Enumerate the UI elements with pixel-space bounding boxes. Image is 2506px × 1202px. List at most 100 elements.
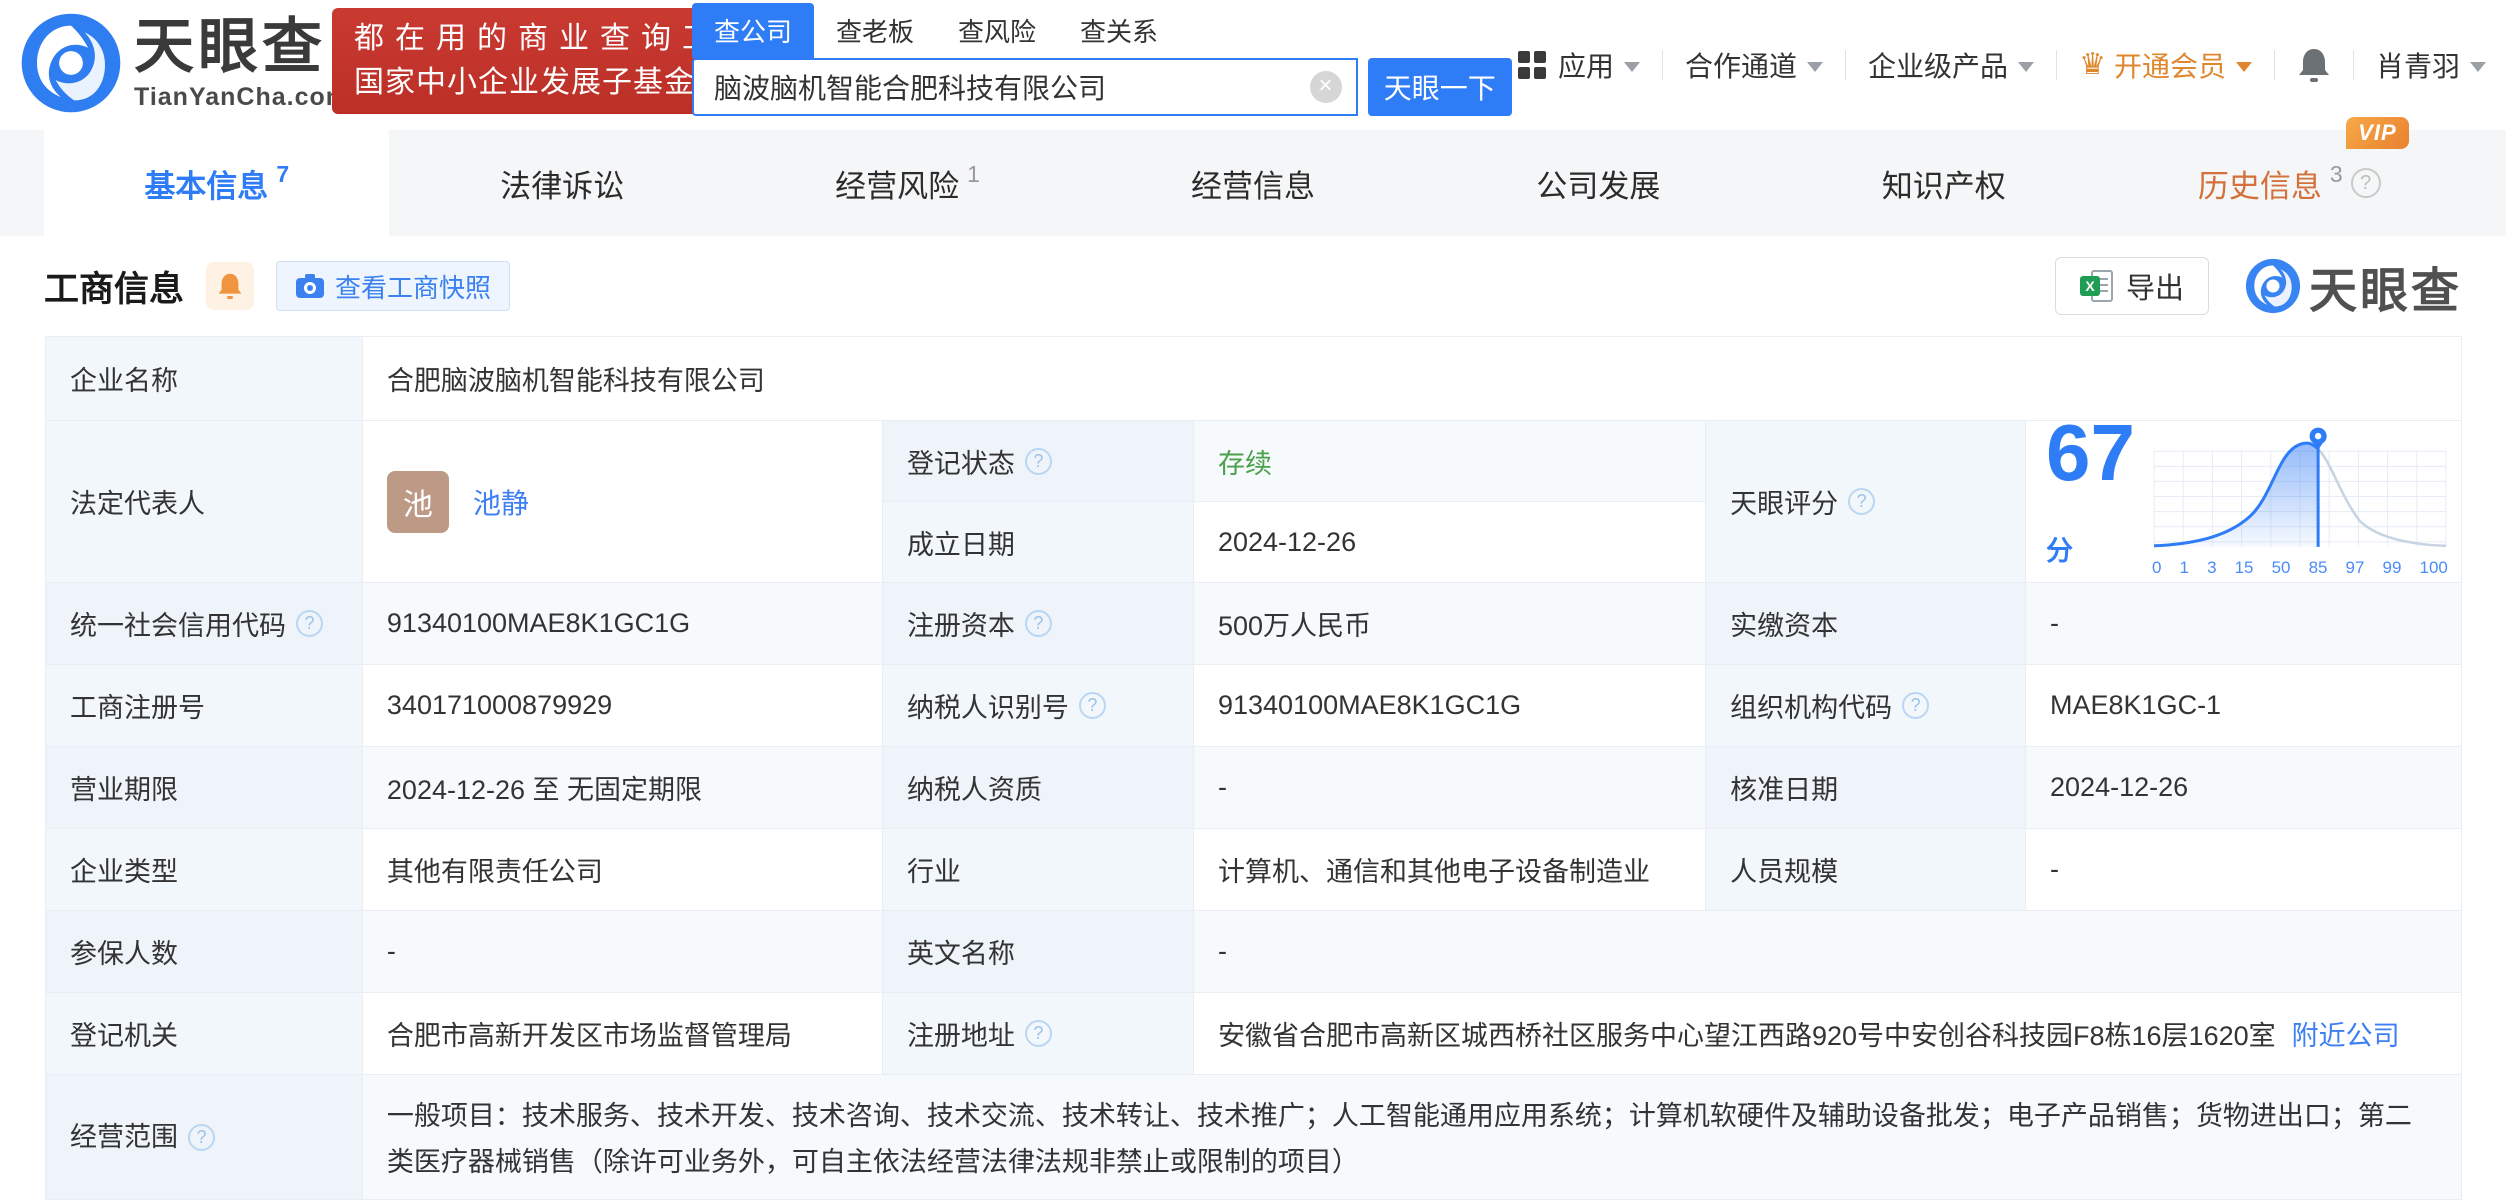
tab-operating-info[interactable]: 经营信息	[1080, 130, 1425, 236]
snapshot-label: 查看工商快照	[335, 272, 492, 303]
tianyancha-swirl-icon	[2245, 258, 2301, 314]
logo-text: 天眼查	[134, 12, 326, 80]
label-text: 天眼评分	[1730, 489, 1839, 519]
label-text: 组织机构代码	[1730, 693, 1893, 723]
chart-tick: 0	[2152, 557, 2162, 577]
label-text: 核准日期	[1730, 775, 1839, 805]
field-value-establish-date: 2024-12-26	[1193, 502, 1707, 583]
nav-apps[interactable]: 应用	[1518, 45, 1641, 85]
nav-vip-label: 开通会员	[2113, 51, 2226, 82]
nav-enterprise-label: 企业级产品	[1868, 51, 2009, 82]
nav-cooperation-label: 合作通道	[1685, 51, 1798, 82]
vip-badge: VIP	[2346, 116, 2409, 149]
help-icon[interactable]: ?	[1848, 488, 1876, 515]
chart-tick: 85	[2308, 557, 2328, 577]
field-value-staff-size: -	[2026, 829, 2461, 911]
notification-bell-icon[interactable]	[2297, 46, 2331, 84]
score-curve	[2153, 427, 2447, 547]
help-icon[interactable]: ?	[296, 610, 323, 637]
tab-count: 7	[276, 160, 290, 187]
search-tab-boss[interactable]: 查老板	[814, 3, 936, 58]
label-text: 行业	[906, 857, 961, 887]
legal-rep-link[interactable]: 池静	[473, 482, 529, 522]
field-label-business-term: 营业期限	[46, 747, 363, 829]
nav-divider	[1662, 50, 1664, 80]
help-icon[interactable]: ?	[1024, 1020, 1052, 1047]
search-tab-company[interactable]: 查公司	[692, 3, 815, 58]
help-icon[interactable]: ?	[1078, 692, 1106, 719]
field-label-reg-capital: 注册资本 ?	[882, 583, 1194, 665]
value-text: 91340100MAE8K1GC1G	[386, 608, 691, 638]
tab-intellectual-property[interactable]: 知识产权	[1771, 130, 2116, 236]
tab-label: 经营信息	[1190, 168, 1315, 204]
search-tab-relation[interactable]: 查关系	[1058, 3, 1180, 58]
field-value-reg-status: 存续	[1193, 421, 1707, 502]
chevron-down-icon	[1807, 62, 1824, 72]
field-value-tyc-score: 67分 0 1 3 15 50 85 97 99 100	[2026, 412, 2461, 583]
field-value-approval-date: 2024-12-26	[2026, 747, 2461, 829]
monitor-bell-button[interactable]	[206, 262, 255, 310]
chevron-down-icon	[2018, 62, 2035, 72]
company-tab-bar: 基本信息 7 法律诉讼 经营风险 1 经营信息 公司发展 知识产权 历史信息 3…	[0, 116, 2506, 236]
nearby-companies-link[interactable]: 附近公司	[2292, 1014, 2400, 1053]
value-text: -	[386, 936, 396, 966]
clear-search-icon[interactable]: ×	[1309, 71, 1342, 103]
help-icon[interactable]: ?	[2350, 168, 2381, 198]
field-value-reg-number: 340171000879929	[362, 665, 883, 747]
field-label-approval-date: 核准日期	[1706, 747, 2027, 829]
label-text: 成立日期	[906, 529, 1015, 560]
chart-tick: 15	[2234, 557, 2254, 577]
business-snapshot-button[interactable]: 查看工商快照	[276, 261, 511, 311]
tab-operating-risk[interactable]: 经营风险 1	[735, 130, 1080, 236]
value-text: 2024-12-26	[2050, 772, 2189, 802]
top-header: 天眼查 TianYanCha.com 都在用的商业查询工具 国家中小企业发展子基…	[0, 0, 2506, 130]
tab-label: 基本信息	[144, 168, 269, 204]
help-icon[interactable]: ?	[1902, 692, 1930, 719]
field-label-reg-number: 工商注册号	[46, 665, 363, 747]
field-label-tyc-score: 天眼评分 ?	[1706, 421, 2027, 583]
label-text: 企业名称	[70, 366, 178, 396]
tab-company-development[interactable]: 公司发展	[1426, 130, 1771, 236]
crown-icon: ♛	[2079, 48, 2106, 81]
field-label-legal-rep: 法定代表人	[46, 421, 363, 583]
value-text: 500万人民币	[1217, 611, 1372, 641]
nav-user[interactable]: 肖青羽	[2376, 45, 2486, 85]
field-value-credit-code: 91340100MAE8K1GC1G	[362, 583, 883, 665]
camera-icon	[296, 274, 325, 298]
search-input[interactable]	[714, 71, 1310, 103]
tianyancha-logo[interactable]: 天眼查 TianYanCha.com	[20, 12, 349, 114]
address-text: 安徽省合肥市高新区城西桥社区服务中心望江西路920号中安创谷科技园F8栋16层1…	[1217, 1021, 2276, 1051]
nav-cooperation[interactable]: 合作通道	[1685, 45, 1824, 85]
help-icon[interactable]: ?	[1024, 610, 1052, 637]
score-unit: 分	[2046, 535, 2074, 566]
field-label-company-name: 企业名称	[46, 337, 363, 421]
field-value-reg-authority: 合肥市高新开发区市场监督管理局	[362, 993, 883, 1075]
field-label-taxpayer-quality: 纳税人资质	[882, 747, 1194, 829]
score-distribution-chart: 0 1 3 15 50 85 97 99 100	[2149, 426, 2451, 578]
export-button[interactable]: X 导出	[2054, 257, 2209, 315]
tab-legal[interactable]: 法律诉讼	[389, 130, 734, 236]
legal-rep-avatar[interactable]: 池	[386, 470, 449, 533]
value-text: 合肥脑波脑机智能科技有限公司	[386, 366, 765, 396]
help-icon[interactable]: ?	[1024, 447, 1052, 475]
label-text: 登记状态	[906, 448, 1015, 479]
field-value-org-code: MAE8K1GC-1	[2026, 665, 2461, 747]
tab-basic-info[interactable]: 基本信息 7	[44, 130, 390, 236]
business-info-header: 工商信息 查看工商快照 X 导出 天眼查	[0, 236, 2506, 336]
nav-vip[interactable]: ♛ 开通会员	[2079, 45, 2252, 85]
search-button[interactable]: 天眼一下	[1367, 58, 1512, 116]
value-text: -	[1217, 936, 1227, 966]
value-text: 合肥市高新开发区市场监督管理局	[386, 1021, 792, 1051]
tab-label: 历史信息	[2197, 168, 2322, 204]
field-label-reg-status: 登记状态 ?	[882, 421, 1194, 502]
field-value-business-scope: 一般项目：技术服务、技术开发、技术咨询、技术交流、技术转让、技术推广；人工智能通…	[362, 1075, 2461, 1199]
help-icon[interactable]: ?	[188, 1123, 215, 1151]
search-tab-risk[interactable]: 查风险	[936, 3, 1058, 58]
chart-tick: 3	[2207, 557, 2217, 577]
score-number: 67分	[2046, 407, 2135, 566]
search-box: ×	[692, 58, 1358, 116]
nav-apps-label: 应用	[1558, 51, 1615, 82]
nav-enterprise[interactable]: 企业级产品	[1868, 45, 2035, 85]
tab-history-info[interactable]: 历史信息 3 ? VIP	[2117, 116, 2462, 236]
tab-label: 公司发展	[1536, 168, 1661, 204]
